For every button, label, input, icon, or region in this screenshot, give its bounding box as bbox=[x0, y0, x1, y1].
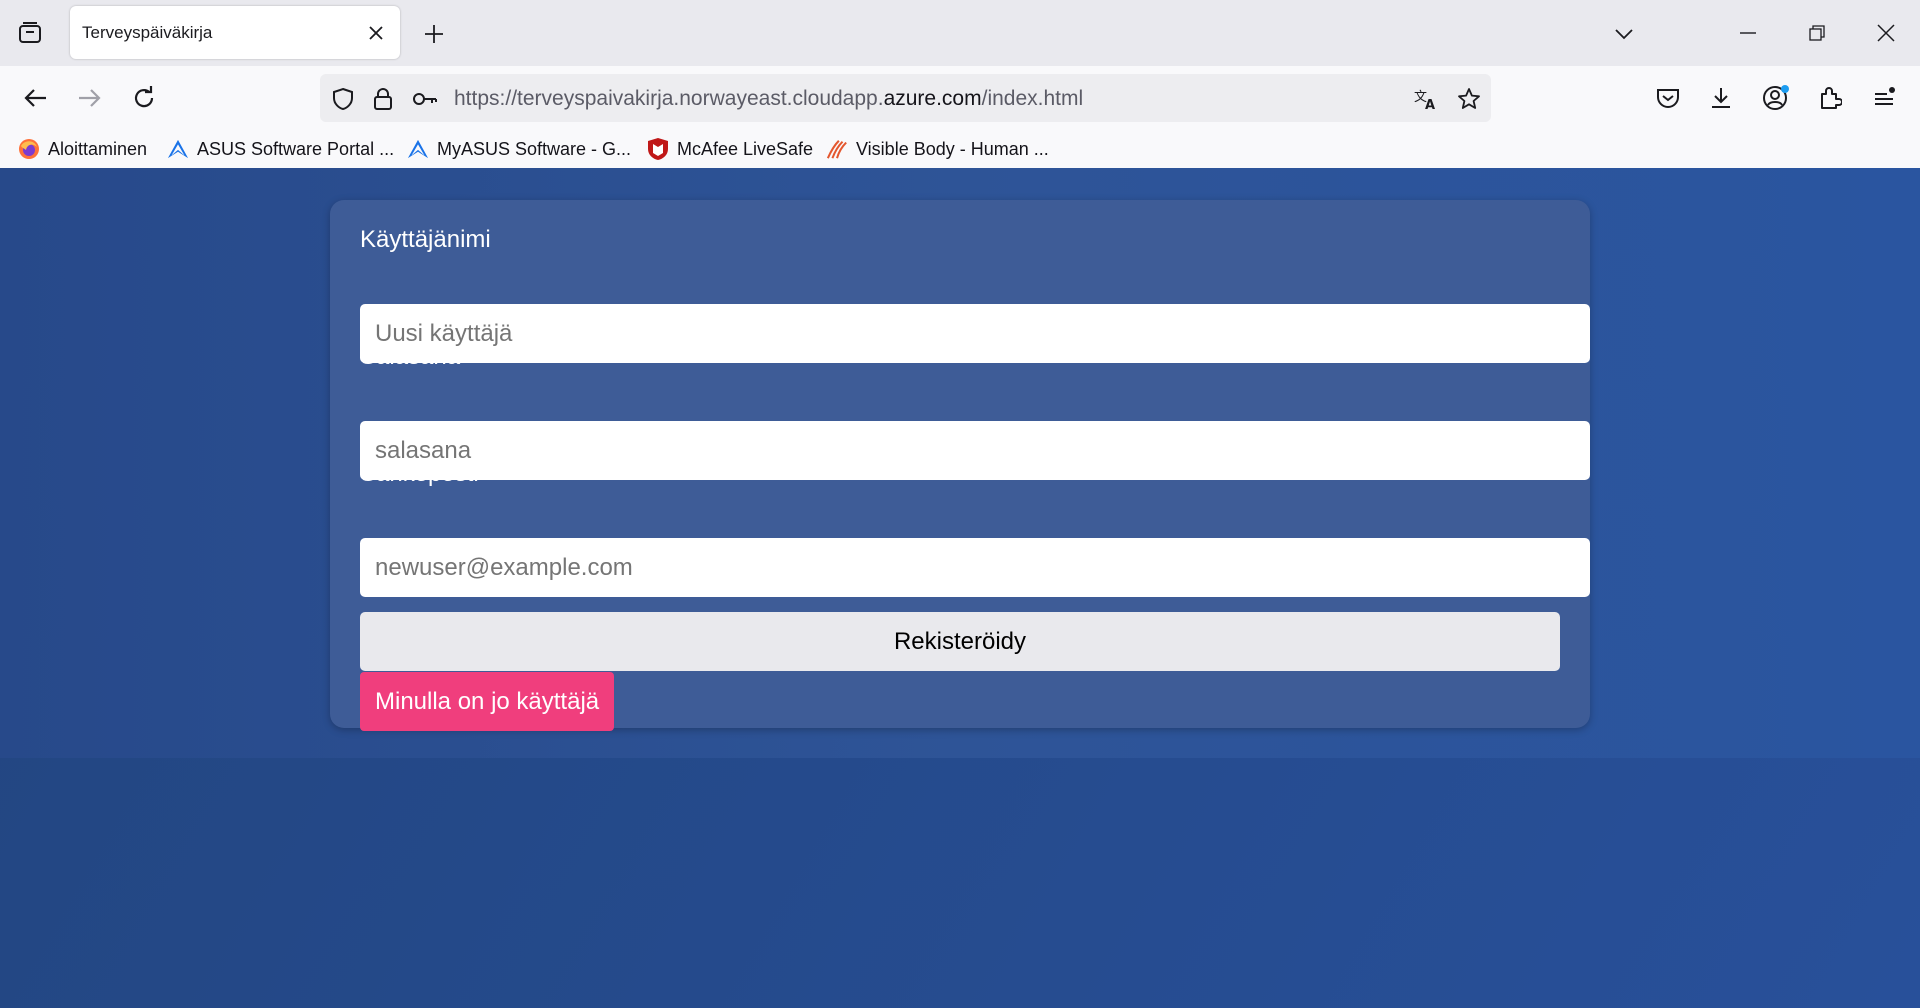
bookmark-label: Visible Body - Human ... bbox=[856, 138, 1049, 159]
bookmark-label: Aloittaminen bbox=[48, 138, 148, 159]
pocket-icon[interactable] bbox=[1652, 82, 1684, 114]
menu-icon[interactable] bbox=[1868, 82, 1900, 114]
reload-icon[interactable] bbox=[128, 82, 160, 114]
url-text: https://terveyspaivakirja.norwayeast.clo… bbox=[454, 87, 1083, 111]
url-path: /index.html bbox=[981, 87, 1084, 110]
username-label: Käyttäjänimi bbox=[360, 226, 491, 253]
asus-logo-icon bbox=[167, 138, 189, 160]
bookmark-star-icon[interactable] bbox=[1456, 86, 1482, 112]
url-prefix: https://terveyspaivakirja.norwayeast.clo… bbox=[454, 87, 884, 110]
minimize-icon[interactable] bbox=[1728, 18, 1768, 48]
bookmark-label: McAfee LiveSafe bbox=[677, 138, 814, 159]
bookmark-label: MyASUS Software - G... bbox=[437, 138, 632, 159]
password-label: Salasana bbox=[360, 343, 461, 370]
new-tab-icon[interactable] bbox=[420, 20, 448, 48]
account-icon[interactable] bbox=[1760, 82, 1792, 114]
password-input[interactable] bbox=[360, 421, 1590, 480]
tab-list-icon[interactable] bbox=[14, 19, 46, 47]
key-icon[interactable] bbox=[412, 86, 438, 112]
bookmark-item[interactable]: ASUS Software Portal ... bbox=[167, 136, 394, 162]
bookmark-item[interactable]: McAfee LiveSafe bbox=[647, 136, 813, 162]
url-host: azure.com bbox=[883, 87, 982, 110]
navigation-toolbar: https://terveyspaivakirja.norwayeast.clo… bbox=[0, 66, 1920, 130]
address-bar[interactable]: https://terveyspaivakirja.norwayeast.clo… bbox=[320, 74, 1491, 122]
username-input[interactable] bbox=[360, 304, 1590, 363]
page-content: Käyttäjänimi Salasana Sähköposti Rekiste… bbox=[0, 168, 1920, 1008]
tab-bar: Terveyspäiväkirja bbox=[0, 0, 1920, 66]
translate-icon[interactable]: 文A bbox=[1413, 86, 1439, 112]
email-label: Sähköposti bbox=[360, 460, 479, 487]
downloads-icon[interactable] bbox=[1705, 82, 1737, 114]
chevron-down-icon[interactable] bbox=[1610, 20, 1638, 48]
mcafee-shield-icon bbox=[647, 138, 669, 160]
have-account-button[interactable]: Minulla on jo käyttäjä bbox=[360, 672, 615, 731]
svg-text:A: A bbox=[1425, 98, 1435, 111]
extensions-icon[interactable] bbox=[1814, 82, 1846, 114]
bookmarks-toolbar: Aloittaminen ASUS Software Portal ... My… bbox=[0, 130, 1920, 168]
lock-icon[interactable] bbox=[370, 86, 396, 112]
bookmark-label: ASUS Software Portal ... bbox=[197, 138, 395, 159]
bookmark-item[interactable]: Visible Body - Human ... bbox=[826, 136, 1049, 162]
bookmark-item[interactable]: Aloittaminen bbox=[18, 136, 147, 162]
close-window-icon[interactable] bbox=[1866, 18, 1906, 48]
forward-arrow-icon[interactable] bbox=[73, 82, 105, 114]
back-arrow-icon[interactable] bbox=[20, 82, 52, 114]
email-input[interactable] bbox=[360, 538, 1590, 597]
asus-logo-icon bbox=[407, 138, 429, 160]
registration-form: Käyttäjänimi Salasana Sähköposti Rekiste… bbox=[330, 200, 1590, 731]
visible-body-icon bbox=[826, 138, 848, 160]
firefox-icon bbox=[18, 138, 40, 160]
bookmark-item[interactable]: MyASUS Software - G... bbox=[407, 136, 631, 162]
restore-icon[interactable] bbox=[1797, 18, 1837, 48]
register-button[interactable]: Rekisteröidy bbox=[360, 612, 1560, 671]
browser-tab[interactable]: Terveyspäiväkirja bbox=[70, 6, 400, 59]
tab-title: Terveyspäiväkirja bbox=[82, 23, 213, 42]
shield-icon[interactable] bbox=[330, 86, 356, 112]
close-tab-icon[interactable] bbox=[366, 23, 386, 43]
